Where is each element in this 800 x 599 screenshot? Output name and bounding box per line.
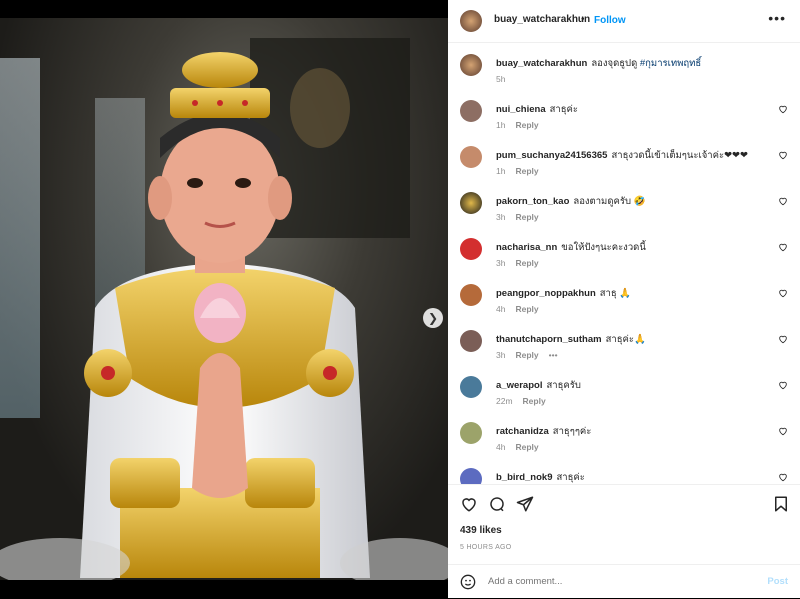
reply-button[interactable]: Reply: [515, 120, 538, 130]
comment-text: ลองตามดูครับ 🤣: [573, 196, 646, 207]
reply-button[interactable]: Reply: [523, 396, 546, 406]
comment-time: 4h: [496, 442, 506, 452]
bookmark-icon[interactable]: [772, 495, 790, 513]
comment-username[interactable]: pakorn_ton_kao: [496, 196, 569, 207]
heart-icon[interactable]: [778, 104, 788, 114]
reply-button[interactable]: Reply: [515, 258, 538, 268]
likes-count[interactable]: 439 likes: [460, 525, 502, 536]
avatar[interactable]: [460, 192, 482, 214]
heart-icon[interactable]: [778, 288, 788, 298]
comment-username[interactable]: ratchanidza: [496, 426, 549, 437]
heart-icon[interactable]: [778, 472, 788, 482]
heart-icon[interactable]: [460, 495, 478, 513]
comments-list[interactable]: buay_watcharakhun ลองจุดธูปดู #กุมารเทพฤท…: [448, 42, 800, 484]
statue-figure: [0, 38, 448, 580]
separator-dot: •: [581, 14, 585, 25]
comment-time: 1h: [496, 120, 506, 130]
avatar[interactable]: [460, 146, 482, 168]
header-username[interactable]: buay_watcharakhun: [494, 14, 590, 25]
share-icon[interactable]: [516, 495, 534, 513]
post-image: ❯: [0, 18, 448, 580]
reply-button[interactable]: Reply: [515, 166, 538, 176]
heart-icon[interactable]: [778, 150, 788, 160]
heart-icon[interactable]: [778, 380, 788, 390]
comment-username[interactable]: thanutchaporn_sutham: [496, 334, 602, 345]
avatar[interactable]: [460, 238, 482, 260]
comment-username[interactable]: pum_suchanya24156365: [496, 150, 607, 161]
reply-button[interactable]: Reply: [515, 442, 538, 452]
reply-button[interactable]: Reply: [515, 350, 538, 360]
heart-icon[interactable]: [778, 196, 788, 206]
comment-username[interactable]: b_bird_nok9: [496, 472, 553, 483]
reply-button[interactable]: Reply: [515, 212, 538, 222]
emoji-icon[interactable]: [460, 574, 476, 590]
avatar[interactable]: [460, 54, 482, 76]
post-dialog: ❯ buay_watcharakhun • Follow ••• buay_wa…: [0, 0, 800, 598]
caption-hashtag[interactable]: #กุมารเทพฤทธิ์: [640, 58, 701, 69]
comment-text: สาธุๆๆค่ะ: [552, 426, 592, 437]
comment-time: 3h: [496, 212, 506, 222]
comment-text: สาธุค่ะ: [556, 472, 585, 483]
heart-icon[interactable]: [778, 334, 788, 344]
caption-username[interactable]: buay_watcharakhun: [496, 58, 587, 69]
comment-text: สาธุค่ะ: [549, 104, 579, 115]
comment-time: 4h: [496, 304, 506, 314]
comment-time: 3h: [496, 258, 506, 268]
comment-text: ขอให้ปังๆนะคะงวดนี้: [561, 242, 646, 253]
comment-options-icon[interactable]: •••: [549, 350, 558, 360]
comment-input[interactable]: [488, 576, 748, 587]
more-icon[interactable]: •••: [768, 10, 786, 26]
side-panel: buay_watcharakhun • Follow ••• buay_watc…: [448, 0, 800, 598]
next-image-button[interactable]: ❯: [423, 308, 443, 328]
comment-username[interactable]: peangpor_noppakhun: [496, 288, 596, 299]
comment-time: 1h: [496, 166, 506, 176]
caption-text: ลองจุดธูปดู: [591, 58, 638, 69]
comment-icon[interactable]: [488, 495, 506, 513]
comment-username[interactable]: nacharisa_nn: [496, 242, 557, 253]
action-bar: 439 likes 5 HOURS AGO: [448, 484, 800, 565]
heart-icon[interactable]: [778, 426, 788, 436]
caption-time: 5h: [496, 74, 506, 84]
post-time: 5 HOURS AGO: [460, 544, 512, 551]
avatar[interactable]: [460, 330, 482, 352]
comment-time: 22m: [496, 396, 513, 406]
comment-username[interactable]: a_werapol: [496, 380, 542, 391]
avatar[interactable]: [460, 376, 482, 398]
post-header: buay_watcharakhun • Follow •••: [448, 0, 800, 43]
comment-text: สาธุ 🙏: [599, 288, 632, 299]
reply-button[interactable]: Reply: [515, 304, 538, 314]
chevron-right-icon: ❯: [427, 311, 439, 325]
comment-text: สาธุงวดนี้เข้าเต็มๆนะเจ้าค่ะ❤❤❤: [611, 150, 748, 161]
add-comment-bar: Post: [448, 564, 800, 599]
avatar[interactable]: [460, 468, 482, 484]
post-button[interactable]: Post: [767, 576, 788, 587]
avatar[interactable]: [460, 100, 482, 122]
comment-time: 3h: [496, 350, 506, 360]
avatar[interactable]: [460, 10, 482, 32]
heart-icon[interactable]: [778, 242, 788, 252]
avatar[interactable]: [460, 422, 482, 444]
comment-text: สาธุค่ะ🙏: [605, 334, 646, 345]
avatar[interactable]: [460, 284, 482, 306]
follow-button[interactable]: Follow: [594, 15, 626, 26]
comment-username[interactable]: nui_chiena: [496, 104, 546, 115]
comment-text: สาธุครับ: [546, 380, 581, 391]
